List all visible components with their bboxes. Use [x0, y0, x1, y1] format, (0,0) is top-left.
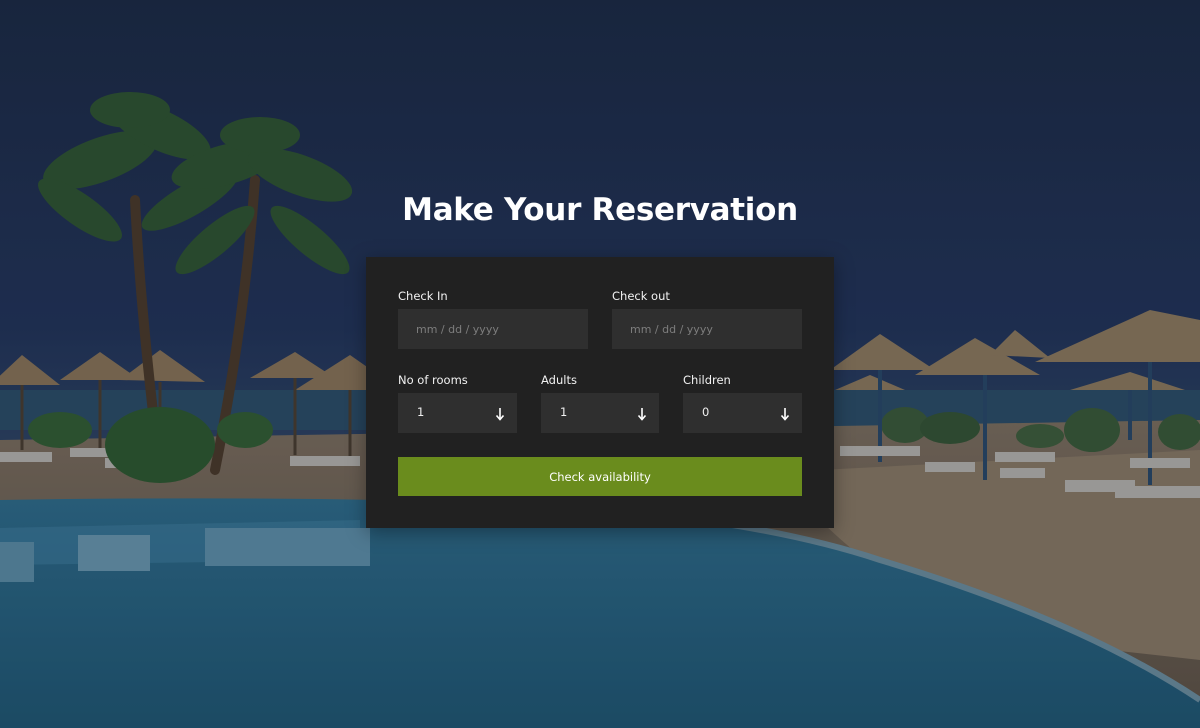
arrow-down-icon	[495, 408, 505, 421]
check-availability-button[interactable]: Check availability	[398, 457, 802, 496]
adults-label: Adults	[541, 373, 577, 387]
check-out-field	[612, 309, 802, 349]
children-label: Children	[683, 373, 731, 387]
adults-value: 1	[560, 405, 568, 419]
children-value: 0	[702, 405, 710, 419]
check-out-input[interactable]	[612, 309, 802, 349]
reservation-page: Make Your Reservation Check In Check out…	[0, 0, 1200, 728]
adults-select[interactable]: 1	[541, 393, 659, 433]
check-in-input[interactable]	[398, 309, 588, 349]
arrow-down-icon	[780, 408, 790, 421]
rooms-value: 1	[417, 405, 425, 419]
children-select[interactable]: 0	[683, 393, 802, 433]
reservation-form: Check In Check out No of rooms 1 Adults …	[366, 257, 834, 528]
check-in-field	[398, 309, 588, 349]
rooms-label: No of rooms	[398, 373, 468, 387]
check-in-label: Check In	[398, 289, 448, 303]
arrow-down-icon	[637, 408, 647, 421]
rooms-select[interactable]: 1	[398, 393, 517, 433]
check-out-label: Check out	[612, 289, 670, 303]
page-title: Make Your Reservation	[402, 192, 798, 228]
